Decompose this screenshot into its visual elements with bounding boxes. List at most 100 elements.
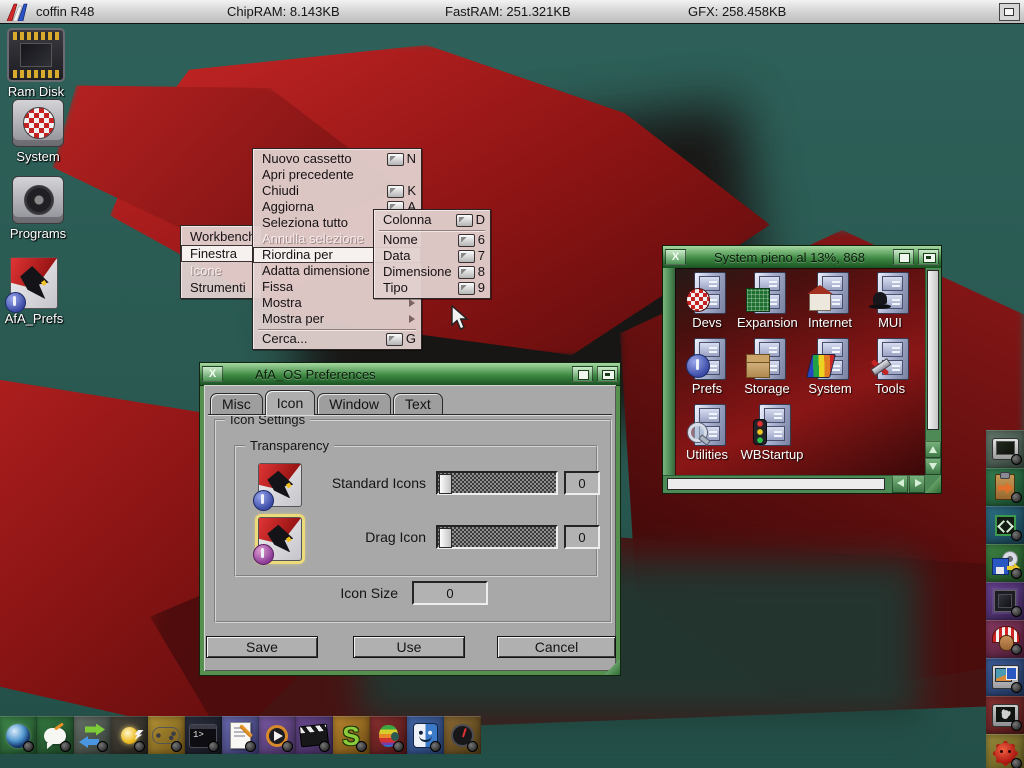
tab-text[interactable]: Text (393, 393, 443, 415)
tab-window[interactable]: Window (317, 393, 391, 415)
menu-title-finestra[interactable]: Finestra (181, 245, 261, 262)
dock-item-screen-grab[interactable] (986, 658, 1024, 696)
dock-item-virus[interactable] (986, 734, 1024, 768)
menu-title-icone: Icone (181, 262, 261, 279)
submenu-item-tipo[interactable]: Tipo 9 (374, 280, 490, 296)
dock-item-gnome-monitor[interactable] (986, 696, 1024, 734)
slider-knob[interactable] (439, 528, 452, 548)
drawer-icon-prefs[interactable]: Prefs (677, 338, 737, 396)
window-left-border (663, 268, 675, 475)
icon-settings-group: Icon Settings Transparency Standard Icon… (214, 419, 612, 623)
menu-title-workbench[interactable]: Workbench (181, 228, 261, 245)
zoom-icon[interactable] (572, 366, 593, 382)
save-button[interactable]: Save (206, 636, 318, 658)
drawer-icon-expansion[interactable]: Expansion (737, 272, 797, 330)
horizontal-scrollbar-thumb[interactable] (667, 478, 885, 490)
horizontal-scrollbar[interactable] (663, 475, 925, 493)
dock-item-web-browser[interactable] (0, 716, 37, 754)
drawer-label: Expansion (737, 315, 797, 330)
system-window-titlebar[interactable]: X System pieno al 13%, 868 (663, 246, 941, 269)
desktop-icon-afa-prefs[interactable]: AfA_Prefs (0, 257, 70, 326)
dock-item-apple[interactable] (370, 716, 407, 754)
prefs-window-titlebar[interactable]: X AfA_OS Preferences (200, 363, 620, 386)
dock-item-finder[interactable] (407, 716, 444, 754)
drawer-icon-storage[interactable]: Storage (737, 338, 797, 396)
dock-item-memory-chip[interactable] (986, 582, 1024, 620)
slider-track[interactable] (438, 473, 556, 493)
scroll-right-icon[interactable] (909, 475, 925, 493)
dock-item-media-player[interactable] (259, 716, 296, 754)
resize-grip-icon[interactable] (925, 475, 941, 493)
close-icon[interactable]: X (202, 366, 223, 382)
submenu-item-dimensione[interactable]: Dimensione 8 (374, 264, 490, 280)
drawer-icon-utilities[interactable]: Utilities (677, 404, 737, 462)
scroll-left-icon[interactable] (892, 475, 908, 493)
dock-item-transfer[interactable] (74, 716, 111, 754)
scroll-up-icon[interactable] (925, 441, 941, 458)
screen-depth-icon[interactable] (999, 3, 1020, 21)
vertical-scrollbar-thumb[interactable] (927, 270, 939, 430)
submenu-item-data[interactable]: Data 7 (374, 248, 490, 264)
icon-size-value[interactable]: 0 (412, 581, 488, 605)
close-icon[interactable]: X (665, 249, 686, 265)
dock-item-chat[interactable] (37, 716, 74, 754)
desktop-icon-system[interactable]: System (2, 99, 74, 164)
slider-knob[interactable] (439, 474, 452, 494)
dock-item-video[interactable] (296, 716, 333, 754)
dock-item-flashlight[interactable] (111, 716, 148, 754)
menu-item-label: Cerca... (262, 331, 308, 346)
dock-item-monitor[interactable] (986, 430, 1024, 468)
storage-drawer-icon (746, 338, 788, 380)
drawer-icon-wbstartup[interactable]: WBStartup (737, 404, 807, 462)
menu-item-cerca[interactable]: Cerca... G (253, 331, 421, 347)
drawer-icon-tools[interactable]: Tools (860, 338, 920, 396)
menu-item-nuovo-cassetto[interactable]: Nuovo cassetto N (253, 151, 421, 167)
tab-icon[interactable]: Icon (265, 390, 315, 415)
menu-item-label: Data (383, 248, 410, 263)
vertical-scrollbar[interactable] (925, 268, 941, 475)
desktop-icon-programs[interactable]: Programs (2, 176, 74, 241)
drawer-label: WBStartup (737, 447, 807, 462)
scroll-down-icon[interactable] (925, 458, 941, 475)
menu-item-apri-precedente[interactable]: Apri precedente (253, 167, 421, 183)
dock-item-scummvm[interactable]: S (333, 716, 370, 754)
slider-track[interactable] (438, 527, 556, 547)
menu-item-chiudi[interactable]: Chiudi K (253, 183, 421, 199)
amiga-key-icon (387, 153, 404, 166)
dock-item-disk-backup[interactable] (986, 544, 1024, 582)
shortcut-letter: 9 (478, 280, 485, 296)
afa-drag-icon (258, 517, 302, 561)
prefs-drawer-icon (686, 338, 728, 380)
drawer-icon-mui[interactable]: MUI (860, 272, 920, 330)
amiga-key-icon (386, 333, 403, 346)
menu-item-mostra-per[interactable]: Mostra per (253, 311, 421, 327)
transparency-group: Transparency Standard Icons 0 Drag Icon (234, 445, 598, 577)
standard-icons-slider[interactable] (436, 471, 558, 495)
apple-icon (379, 725, 398, 747)
drawer-icon-devs[interactable]: Devs (677, 272, 737, 330)
chat-icon (44, 728, 66, 744)
virus-ball-icon (995, 743, 1016, 764)
drawer-icon-internet[interactable]: Internet (800, 272, 860, 330)
dock-item-chieftain[interactable] (986, 620, 1024, 658)
dock-item-clipboard[interactable] (986, 468, 1024, 506)
depth-icon[interactable] (918, 249, 939, 265)
desktop-icon-ram-disk[interactable]: Ram Disk (0, 28, 72, 99)
menu-title-strumenti[interactable]: Strumenti (181, 279, 261, 296)
dock-item-editor[interactable] (222, 716, 259, 754)
drawer-icon-system[interactable]: System (800, 338, 860, 396)
drag-icon-slider[interactable] (436, 525, 558, 549)
cancel-button[interactable]: Cancel (497, 636, 616, 658)
dock-item-shell[interactable]: 1> (185, 716, 222, 754)
dock-item-gauge[interactable] (444, 716, 481, 754)
use-button[interactable]: Use (353, 636, 465, 658)
zoom-icon[interactable] (893, 249, 914, 265)
tab-misc[interactable]: Misc (210, 393, 263, 415)
submenu-item-nome[interactable]: Nome 6 (374, 232, 490, 248)
dock-item-code-chip[interactable] (986, 506, 1024, 544)
submenu-item-colonna[interactable]: Colonna D (374, 212, 490, 228)
dock-item-games[interactable] (148, 716, 185, 754)
utilities-drawer-icon (686, 404, 728, 446)
depth-icon[interactable] (597, 366, 618, 382)
menu-item-label: Colonna (383, 212, 431, 227)
